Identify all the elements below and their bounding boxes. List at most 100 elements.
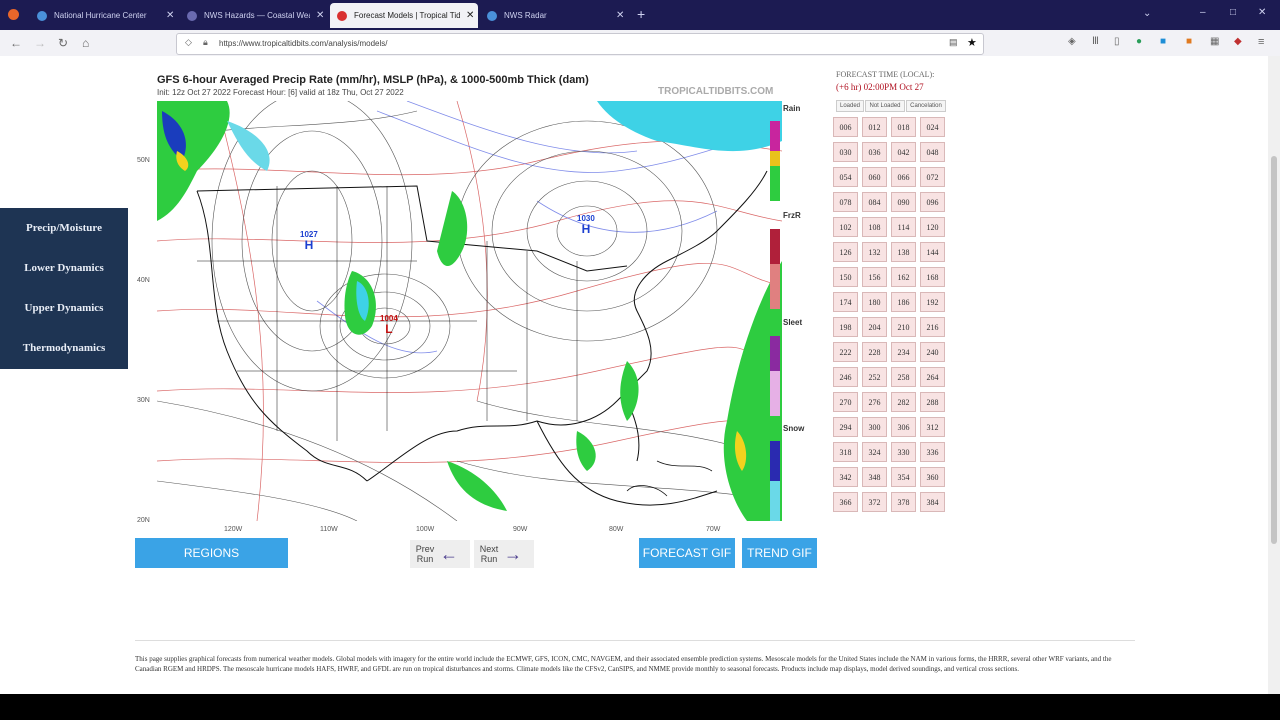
forecast-hour-button[interactable]: 234	[891, 342, 916, 362]
forecast-hour-button[interactable]: 336	[920, 442, 945, 462]
extension-icon[interactable]: ▦	[1210, 36, 1219, 47]
forecast-hour-button[interactable]: 216	[920, 317, 945, 337]
bookmark-star-icon[interactable]: ★	[967, 36, 977, 49]
chevron-down-icon[interactable]: ⌄	[1143, 8, 1151, 19]
maximize-icon[interactable]: □	[1230, 7, 1236, 18]
forecast-hour-button[interactable]: 018	[891, 117, 916, 137]
forecast-hour-button[interactable]: 228	[862, 342, 887, 362]
forecast-hour-button[interactable]: 270	[833, 392, 858, 412]
forecast-hour-button[interactable]: 306	[891, 417, 916, 437]
forecast-hour-button[interactable]: 054	[833, 167, 858, 187]
forecast-hour-button[interactable]: 366	[833, 492, 858, 512]
forecast-hour-button[interactable]: 282	[891, 392, 916, 412]
forecast-hour-button[interactable]: 156	[862, 267, 887, 287]
forecast-hour-button[interactable]: 024	[920, 117, 945, 137]
home-icon[interactable]: ⌂	[82, 36, 89, 50]
screenshot-icon[interactable]: ●	[1136, 36, 1142, 47]
firefox-icon[interactable]	[8, 9, 19, 20]
forecast-hour-button[interactable]: 036	[862, 142, 887, 162]
menu-item-thermodynamics[interactable]: Thermodynamics	[0, 328, 128, 368]
forecast-hour-button[interactable]: 258	[891, 367, 916, 387]
forecast-hour-button[interactable]: 198	[833, 317, 858, 337]
forecast-gif-button[interactable]: FORECAST GIF	[639, 538, 735, 568]
close-icon[interactable]: ✕	[466, 10, 474, 21]
mode-not-loaded[interactable]: Not Loaded	[865, 100, 905, 112]
forecast-hour-button[interactable]: 126	[833, 242, 858, 262]
regions-button[interactable]: REGIONS	[135, 538, 288, 568]
address-bar[interactable]: ◇ 🔒︎ https://www.tropicaltidbits.com/ana…	[176, 33, 984, 55]
forecast-hour-button[interactable]: 012	[862, 117, 887, 137]
forecast-hour-button[interactable]: 300	[862, 417, 887, 437]
forecast-hour-button[interactable]: 168	[920, 267, 945, 287]
menu-icon[interactable]: ≡	[1258, 36, 1264, 48]
forecast-hour-button[interactable]: 372	[862, 492, 887, 512]
menu-item-upper-dynamics[interactable]: Upper Dynamics	[0, 288, 128, 328]
forecast-hour-button[interactable]: 180	[862, 292, 887, 312]
close-icon[interactable]: ✕	[316, 10, 324, 21]
minimize-icon[interactable]: –	[1200, 7, 1206, 18]
forecast-hour-button[interactable]: 354	[891, 467, 916, 487]
forward-icon[interactable]: →	[34, 36, 46, 50]
forecast-hour-button[interactable]: 330	[891, 442, 916, 462]
prev-run-button[interactable]: Prev Run ←	[410, 540, 470, 568]
forecast-hour-button[interactable]: 120	[920, 217, 945, 237]
forecast-hour-button[interactable]: 210	[891, 317, 916, 337]
forecast-hour-button[interactable]: 006	[833, 117, 858, 137]
forecast-hour-button[interactable]: 144	[920, 242, 945, 262]
extension-icon[interactable]: ■	[1160, 36, 1166, 47]
reload-icon[interactable]: ↻	[58, 36, 68, 50]
forecast-hour-button[interactable]: 348	[862, 467, 887, 487]
extension-icon[interactable]: ■	[1186, 36, 1192, 47]
forecast-hour-button[interactable]: 204	[862, 317, 887, 337]
forecast-hour-button[interactable]: 096	[920, 192, 945, 212]
forecast-hour-button[interactable]: 264	[920, 367, 945, 387]
forecast-hour-button[interactable]: 318	[833, 442, 858, 462]
forecast-hour-button[interactable]: 276	[862, 392, 887, 412]
forecast-hour-button[interactable]: 030	[833, 142, 858, 162]
forecast-hour-button[interactable]: 252	[862, 367, 887, 387]
forecast-hour-button[interactable]: 384	[920, 492, 945, 512]
reader-view-icon[interactable]: ▤	[949, 37, 958, 48]
close-icon[interactable]: ✕	[166, 10, 174, 21]
forecast-hour-button[interactable]: 246	[833, 367, 858, 387]
forecast-hour-button[interactable]: 132	[862, 242, 887, 262]
tab-forecast-models[interactable]: Forecast Models | Tropical Tidb ✕	[330, 3, 478, 28]
forecast-hour-button[interactable]: 222	[833, 342, 858, 362]
trend-gif-button[interactable]: TREND GIF	[742, 538, 817, 568]
next-run-button[interactable]: Next Run →	[474, 540, 534, 568]
forecast-hour-button[interactable]: 192	[920, 292, 945, 312]
new-tab-button[interactable]: +	[637, 6, 645, 22]
back-icon[interactable]: ←	[10, 36, 22, 50]
forecast-hour-button[interactable]: 066	[891, 167, 916, 187]
tab-national-hurricane-center[interactable]: National Hurricane Center ✕	[30, 3, 180, 28]
forecast-hour-button[interactable]: 048	[920, 142, 945, 162]
extension-icon[interactable]: ◆	[1234, 36, 1242, 47]
forecast-hour-button[interactable]: 150	[833, 267, 858, 287]
pocket-icon[interactable]: ◈	[1068, 36, 1076, 47]
library-icon[interactable]: Ⅲ	[1092, 36, 1099, 47]
vertical-scrollbar[interactable]	[1268, 56, 1280, 694]
forecast-hour-button[interactable]: 138	[891, 242, 916, 262]
forecast-hour-button[interactable]: 288	[920, 392, 945, 412]
mode-loaded[interactable]: Loaded	[836, 100, 864, 112]
close-icon[interactable]: ✕	[616, 10, 624, 21]
forecast-hour-button[interactable]: 090	[891, 192, 916, 212]
forecast-hour-button[interactable]: 114	[891, 217, 916, 237]
forecast-hour-button[interactable]: 174	[833, 292, 858, 312]
forecast-hour-button[interactable]: 108	[862, 217, 887, 237]
forecast-hour-button[interactable]: 084	[862, 192, 887, 212]
forecast-hour-button[interactable]: 102	[833, 217, 858, 237]
forecast-hour-button[interactable]: 378	[891, 492, 916, 512]
forecast-hour-button[interactable]: 240	[920, 342, 945, 362]
forecast-hour-button[interactable]: 312	[920, 417, 945, 437]
mode-cancelation[interactable]: Cancelation	[906, 100, 946, 112]
forecast-hour-button[interactable]: 342	[833, 467, 858, 487]
forecast-hour-button[interactable]: 294	[833, 417, 858, 437]
tab-nws-radar[interactable]: NWS Radar ✕	[480, 3, 630, 28]
forecast-hour-button[interactable]: 186	[891, 292, 916, 312]
forecast-hour-button[interactable]: 078	[833, 192, 858, 212]
forecast-hour-button[interactable]: 324	[862, 442, 887, 462]
forecast-hour-button[interactable]: 360	[920, 467, 945, 487]
menu-item-lower-dynamics[interactable]: Lower Dynamics	[0, 248, 128, 288]
forecast-hour-button[interactable]: 060	[862, 167, 887, 187]
